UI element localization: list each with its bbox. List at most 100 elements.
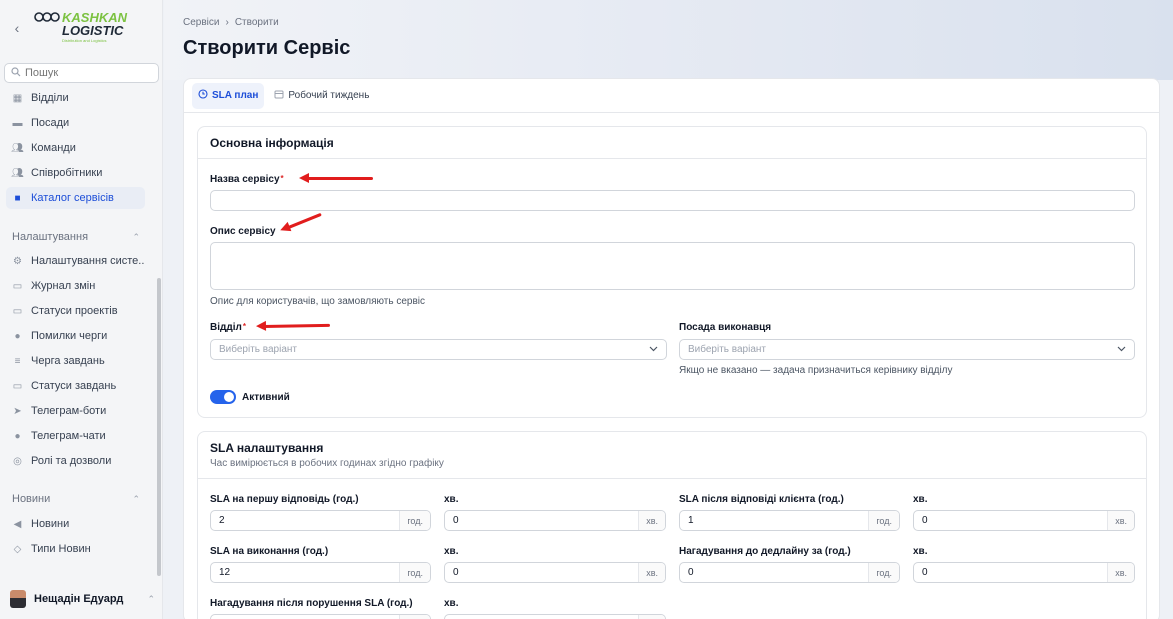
sidebar-item-label: Статуси завдань [31, 380, 117, 392]
breach-reminder-hours-field[interactable]: год. [210, 614, 431, 619]
annotation-arrow-icon [299, 173, 373, 183]
after-client-hours-input[interactable] [680, 511, 869, 530]
tab-sla-plan[interactable]: SLA план [192, 82, 265, 109]
back-chevron-icon[interactable]: ‹ [9, 20, 25, 36]
tag-icon: ◇ [13, 543, 22, 555]
hours-unit: год. [399, 511, 430, 530]
service-name-input[interactable] [210, 190, 1135, 211]
first-response-minutes-field[interactable]: хв. [444, 510, 666, 531]
sidebar-item-news-types[interactable]: ◇ Типи Новин [6, 538, 145, 560]
sidebar-item-roles-permissions[interactable]: ◎ Ролі та дозволи [6, 450, 145, 472]
chevron-down-icon [1117, 344, 1126, 355]
breadcrumb-current: Створити [234, 17, 279, 28]
sidebar-item-task-statuses[interactable]: ▭ Статуси завдань [6, 375, 145, 397]
resolution-minutes-field[interactable]: хв. [444, 562, 666, 583]
first-response-minutes-input[interactable] [445, 511, 639, 530]
tab-work-week[interactable]: Робочий тиждень [268, 83, 375, 109]
first-response-label: SLA на першу відповідь (год.) [210, 494, 359, 505]
resolution-label: SLA на виконання (год.) [210, 546, 329, 557]
clock-icon [198, 89, 208, 102]
department-select[interactable]: Виберіть варіант [210, 339, 667, 360]
sidebar-item-label: Ролі та дозволи [31, 455, 112, 467]
basic-info-section: Основна інформація Назва сервісу* Опис с… [197, 126, 1147, 418]
resolution-hours-input[interactable] [211, 563, 400, 582]
sidebar-item-teams[interactable]: 👥︎ Команди [6, 137, 145, 159]
assignee-position-select[interactable]: Виберіть варіант [679, 339, 1135, 360]
chevron-up-icon: ⌃ [132, 493, 140, 504]
sidebar-item-label: Посади [31, 117, 70, 129]
company-logo[interactable]: KASHKAN LOGISTIC Distribution and Logist… [32, 8, 134, 50]
section-title: SLA налаштування [210, 441, 324, 455]
avatar [10, 590, 26, 608]
search-input[interactable] [25, 67, 145, 79]
sidebar-item-telegram-chats[interactable]: ● Телеграм-чати [6, 425, 145, 447]
sidebar-item-project-statuses[interactable]: ▭ Статуси проектів [6, 300, 145, 322]
settings-section-toggle[interactable]: Налаштування ⌃ [12, 229, 140, 245]
page-title: Створити Сервіс [183, 37, 351, 59]
first-response-hours-input[interactable] [211, 511, 400, 530]
minutes-unit: хв. [1107, 563, 1134, 582]
hours-unit: год. [399, 615, 430, 619]
sidebar-item-label: Співробітники [31, 167, 103, 179]
users-icon: 👥︎ [11, 167, 24, 179]
sidebar-item-telegram-bots[interactable]: ➤ Телеграм-боти [6, 400, 145, 422]
required-marker: * [280, 174, 284, 183]
sidebar-item-label: Типи Новин [31, 543, 91, 555]
sidebar-item-queue-errors[interactable]: ● Помилки черги [6, 325, 145, 347]
after-client-hours-field[interactable]: год. [679, 510, 900, 531]
active-toggle-label: Активний [242, 392, 290, 403]
active-toggle[interactable] [210, 390, 236, 404]
sidebar-item-changelog[interactable]: ▭ Журнал змін [6, 275, 145, 297]
department-label: Відділ* [210, 322, 246, 333]
minutes-label: хв. [444, 494, 459, 505]
sidebar-item-positions[interactable]: ▬ Посади [6, 112, 145, 134]
sidebar-item-label: Статуси проектів [31, 305, 118, 317]
sidebar-item-news[interactable]: ◀ Новини [6, 513, 145, 535]
sidebar-item-departments[interactable]: ▦ Відділи [6, 87, 145, 109]
sidebar-item-service-catalog[interactable]: ■ Каталог сервісів [6, 187, 145, 209]
section-divider [198, 478, 1146, 479]
sidebar-item-label: Каталог сервісів [31, 192, 114, 204]
after-client-minutes-field[interactable]: хв. [913, 510, 1135, 531]
minutes-unit: хв. [638, 511, 665, 530]
folder-icon: ▭ [12, 280, 23, 292]
sidebar-item-label: Команди [31, 142, 76, 154]
deadline-reminder-hours-input[interactable] [680, 563, 869, 582]
folder-icon: ▭ [12, 305, 23, 317]
service-name-label: Назва сервісу* [210, 174, 284, 185]
service-description-textarea[interactable] [210, 242, 1135, 290]
calendar-icon [274, 89, 284, 102]
sla-settings-section: SLA налаштування Час вимірюється в робоч… [197, 431, 1147, 619]
sidebar-item-task-queue[interactable]: ≡ Черга завдань [6, 350, 145, 372]
minutes-label: хв. [444, 598, 459, 609]
chevron-down-icon [649, 344, 658, 355]
list-icon: ≡ [14, 355, 21, 367]
news-section-toggle[interactable]: Новини ⌃ [12, 491, 140, 507]
first-response-hours-field[interactable]: год. [210, 510, 431, 531]
after-client-minutes-input[interactable] [914, 511, 1108, 530]
sidebar-item-label: Відділи [31, 92, 69, 104]
breach-reminder-hours-input[interactable] [211, 615, 400, 619]
resolution-hours-field[interactable]: год. [210, 562, 431, 583]
shield-icon: ◎ [13, 455, 22, 467]
breach-reminder-minutes-field[interactable]: хв. [444, 614, 666, 619]
book-icon: ■ [14, 192, 21, 204]
search-field[interactable] [4, 63, 159, 83]
sidebar-item-system-settings[interactable]: ⚙ Налаштування систе... [6, 250, 145, 272]
breadcrumb-link-services[interactable]: Сервіси [183, 17, 219, 28]
sidebar-item-employees[interactable]: 👥︎ Співробітники [6, 162, 145, 184]
description-help-text: Опис для користувачів, що замовляють сер… [210, 296, 426, 307]
send-icon: ➤ [13, 405, 22, 417]
search-icon [11, 66, 21, 80]
resolution-minutes-input[interactable] [445, 563, 639, 582]
user-menu[interactable]: Нещадін Едуард ⌃ [10, 588, 155, 610]
service-description-label: Опис сервісу [210, 226, 276, 237]
position-select-placeholder: Виберіть варіант [688, 344, 766, 355]
breach-reminder-minutes-input[interactable] [445, 615, 639, 619]
sidebar-scrollbar[interactable] [157, 278, 161, 576]
tab-bar: SLA план Робочий тиждень [184, 79, 1159, 113]
deadline-reminder-minutes-field[interactable]: хв. [913, 562, 1135, 583]
minutes-unit: хв. [638, 563, 665, 582]
deadline-reminder-hours-field[interactable]: год. [679, 562, 900, 583]
deadline-reminder-minutes-input[interactable] [914, 563, 1108, 582]
